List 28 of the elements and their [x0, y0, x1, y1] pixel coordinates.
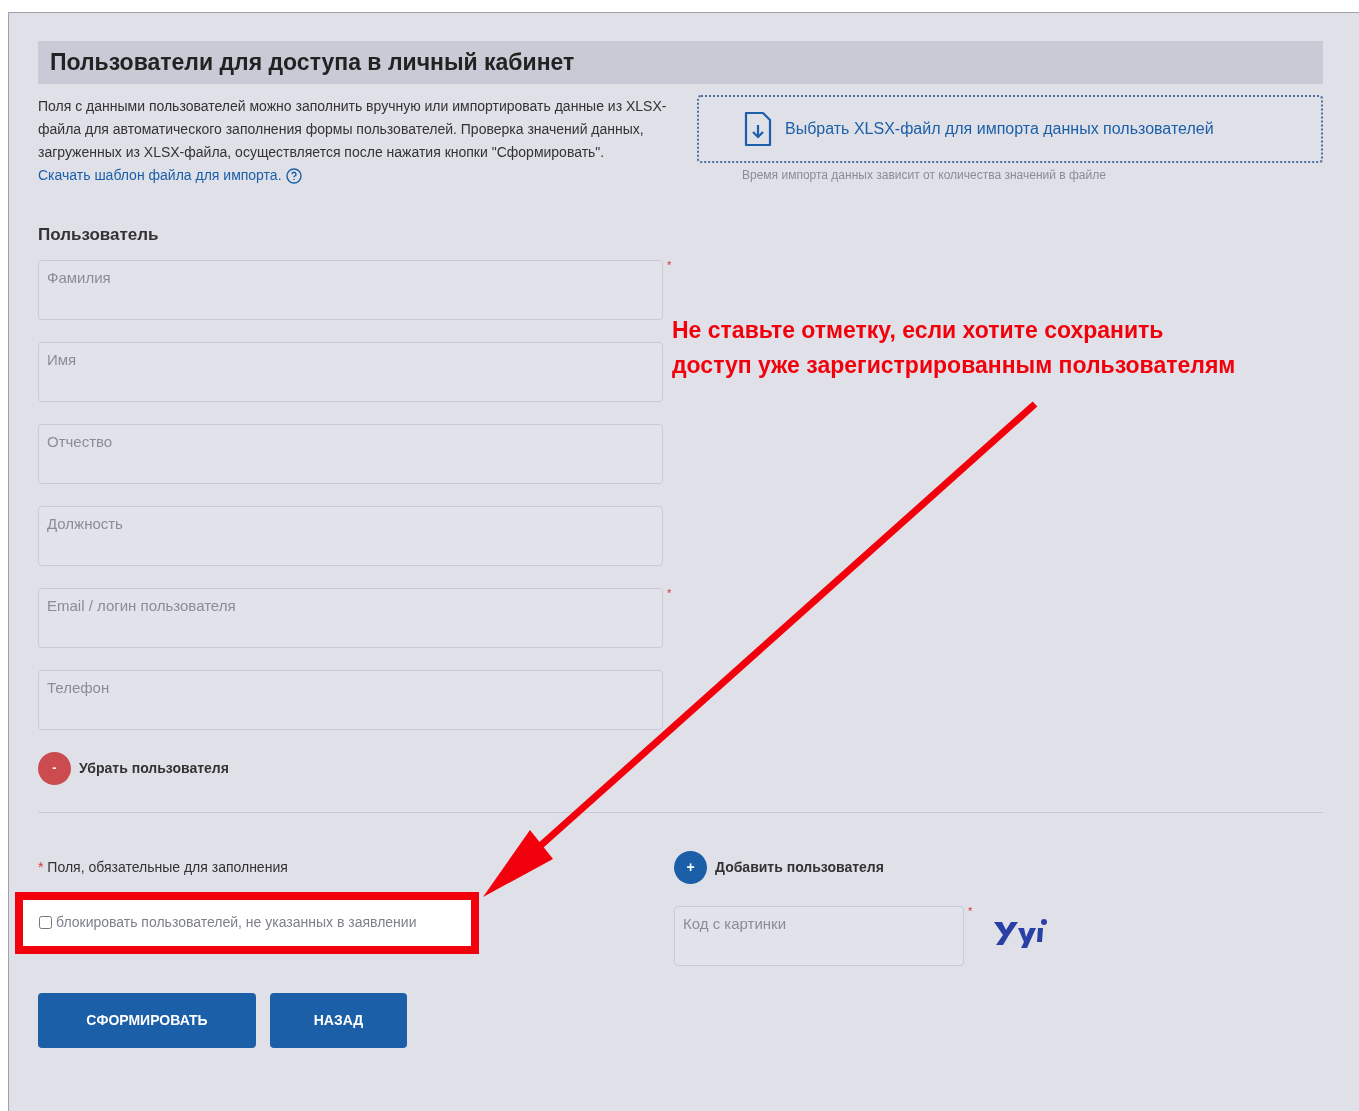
required-mark: *: [667, 259, 672, 271]
required-mark: *: [968, 905, 973, 917]
input-field[interactable]: Email / логин пользователя: [38, 587, 663, 648]
annotation-text: Не ставьте отметку, если хотите сохранить доступ уже зарегистрированным пользователям: [672, 316, 1236, 380]
file-download-icon: [743, 111, 773, 147]
checkbox-label: блокировать пользователей, не указанных в заявлении: [56, 913, 417, 932]
plus-icon: +: [674, 850, 707, 884]
remove-user-button[interactable]: - Убрать пользователя: [38, 751, 229, 785]
checkbox[interactable]: [39, 916, 52, 929]
input-field[interactable]: Телефон: [38, 669, 663, 730]
input-field[interactable]: Имя: [38, 341, 663, 402]
required-mark: *: [667, 587, 672, 599]
input-field[interactable]: Фамилия: [38, 259, 663, 320]
help-icon[interactable]: [285, 167, 302, 184]
input-field[interactable]: Код с картинки: [674, 905, 964, 966]
add-user-button[interactable]: + Добавить пользователя: [674, 850, 884, 884]
action-button[interactable]: НАЗАД: [270, 992, 407, 1048]
import-hint: Время импорта данных зависит от количества значений в файле: [742, 167, 1107, 184]
minus-icon: -: [38, 751, 71, 785]
section-title: Пользователь: [38, 224, 160, 246]
input-field[interactable]: Должность: [38, 505, 663, 566]
template-link[interactable]: Скачать шаблон файла для импорта.: [38, 164, 282, 187]
input-field[interactable]: Отчество: [38, 423, 663, 484]
required-note: * Поля, обязательные для заполнения: [38, 857, 289, 877]
section-header: Пользователи для доступа в личный кабинет: [38, 41, 1323, 84]
description-text: Поля с данными пользователей можно заполнить вручную или импортировать данные из XLSX-файла для автоматического заполнения формы пользователей. Проверка значений данных, загруженных из XLSX-файла, осуществляется после нажатия кнопки "Сформировать".: [38, 97, 668, 162]
action-button[interactable]: СФОРМИРОВАТЬ: [38, 992, 256, 1048]
import-file-button[interactable]: Выбрать XLSX-файл для импорта данных пользователей: [697, 95, 1323, 163]
